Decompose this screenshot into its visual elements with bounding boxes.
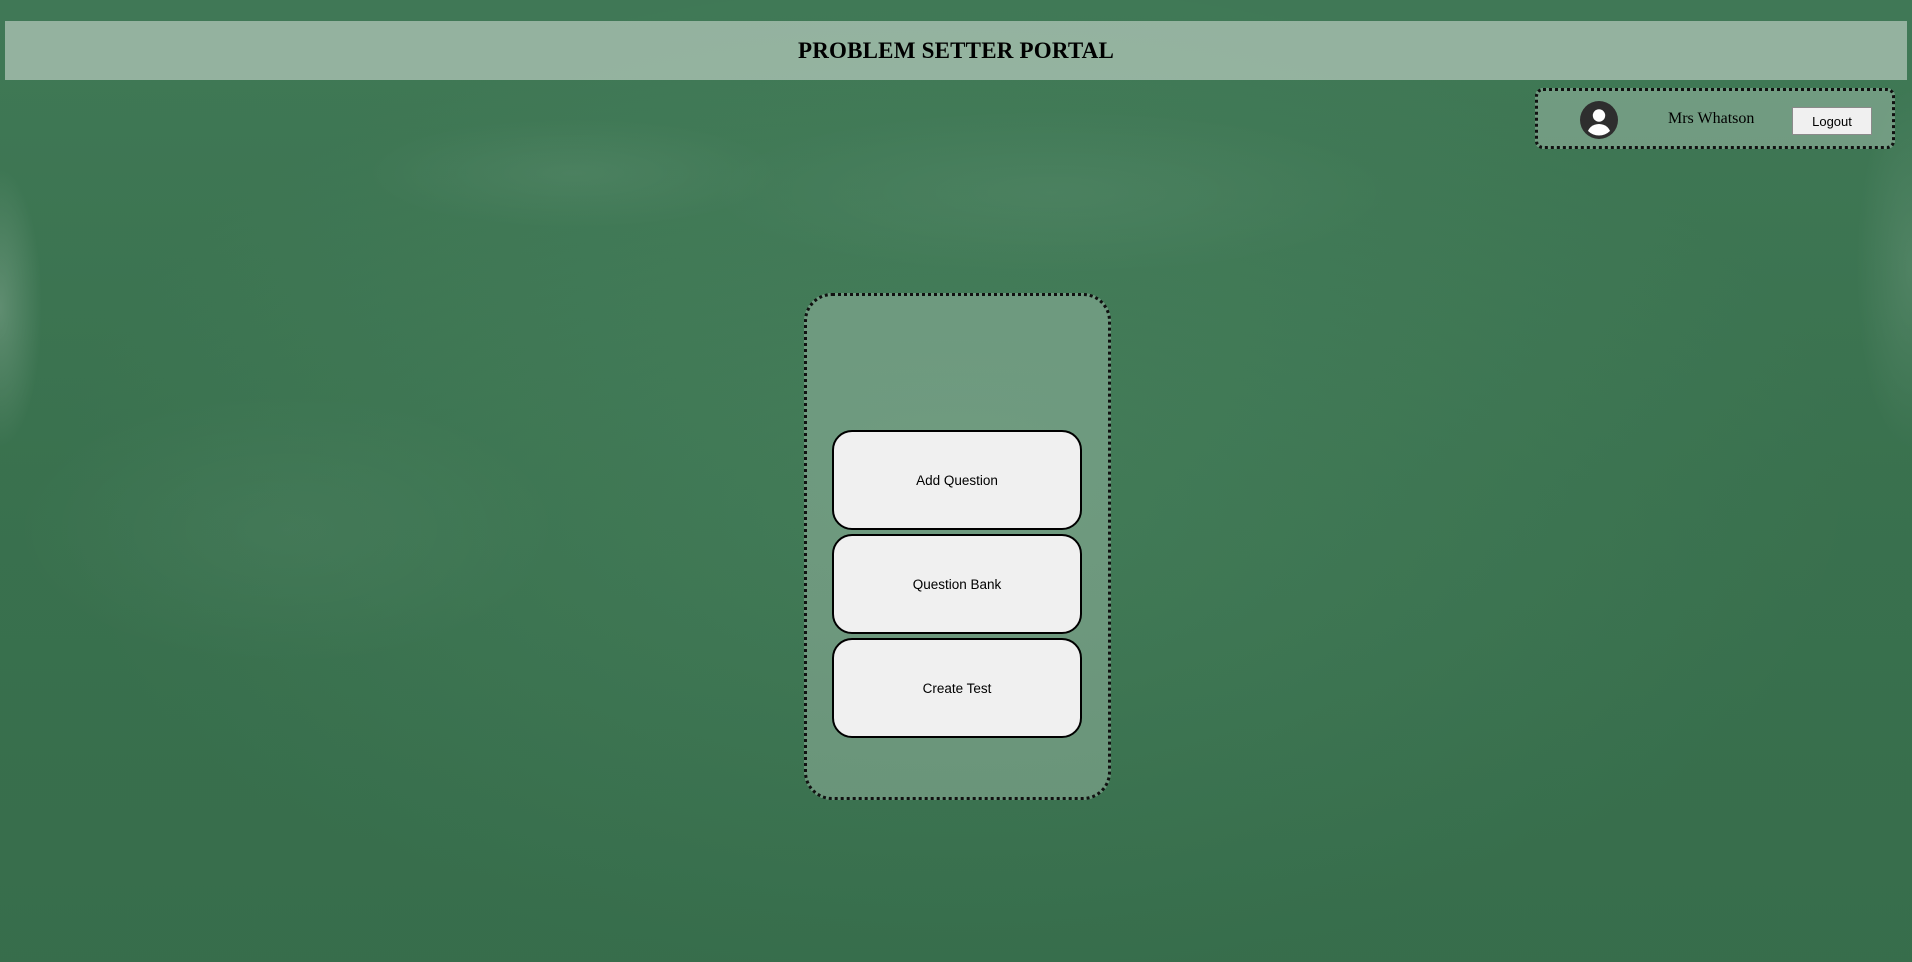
header-bar: PROBLEM SETTER PORTAL xyxy=(5,21,1907,80)
user-name: Mrs Whatson xyxy=(1668,110,1755,127)
logout-button[interactable]: Logout xyxy=(1792,107,1872,135)
question-bank-button[interactable]: Question Bank xyxy=(832,534,1082,634)
create-test-button[interactable]: Create Test xyxy=(832,638,1082,738)
user-avatar-icon xyxy=(1580,101,1618,139)
page-title: PROBLEM SETTER PORTAL xyxy=(797,37,1115,63)
add-question-button[interactable]: Add Question xyxy=(832,430,1082,530)
menu-panel: Add Question Question Bank Create Test xyxy=(804,293,1111,800)
user-panel: Mrs Whatson Logout xyxy=(1535,88,1895,149)
